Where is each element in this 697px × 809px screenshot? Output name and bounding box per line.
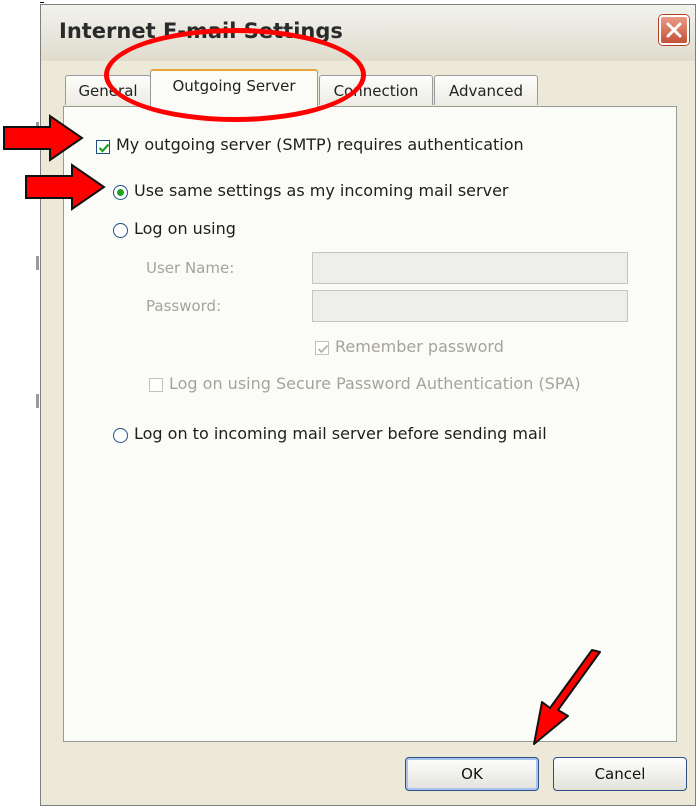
annotation-arrow-icon (3, 114, 84, 162)
spa-label: Log on using Secure Password Authenticat… (169, 374, 581, 393)
log-on-incoming-radio[interactable] (113, 428, 128, 443)
password-label: Password: (146, 297, 222, 315)
user-name-label: User Name: (146, 259, 235, 277)
log-on-using-label: Log on using (134, 219, 236, 238)
cancel-button[interactable]: Cancel (553, 757, 687, 791)
cancel-button-label: Cancel (594, 765, 646, 783)
smtp-auth-label: My outgoing server (SMTP) requires authe… (116, 135, 524, 154)
smtp-auth-checkbox[interactable] (96, 140, 110, 154)
log-on-using-radio[interactable] (113, 223, 128, 238)
remember-password-label: Remember password (335, 337, 504, 356)
edge-tick (36, 394, 39, 408)
spa-checkbox[interactable] (149, 378, 163, 392)
ok-button-label: OK (461, 765, 483, 783)
checkmark-icon (317, 344, 329, 354)
remember-password-checkbox[interactable] (315, 341, 329, 355)
tab-advanced-label: Advanced (448, 82, 524, 100)
annotation-arrow-icon (533, 649, 601, 745)
log-on-incoming-label: Log on to incoming mail server before se… (134, 424, 547, 443)
close-icon (666, 22, 682, 38)
annotation-ellipse (104, 28, 366, 122)
same-settings-label: Use same settings as my incoming mail se… (134, 181, 509, 200)
radio-selected-dot (117, 189, 124, 196)
same-settings-radio[interactable] (113, 185, 128, 200)
checkmark-icon (98, 143, 110, 153)
password-field[interactable] (312, 290, 628, 322)
outgoing-server-panel: My outgoing server (SMTP) requires authe… (63, 106, 677, 742)
annotation-arrow-icon (25, 163, 106, 211)
close-button[interactable] (659, 15, 689, 45)
user-name-field[interactable] (312, 252, 628, 284)
ok-button[interactable]: OK (405, 757, 539, 791)
edge-tick (36, 256, 39, 270)
tab-advanced[interactable]: Advanced (434, 75, 538, 105)
